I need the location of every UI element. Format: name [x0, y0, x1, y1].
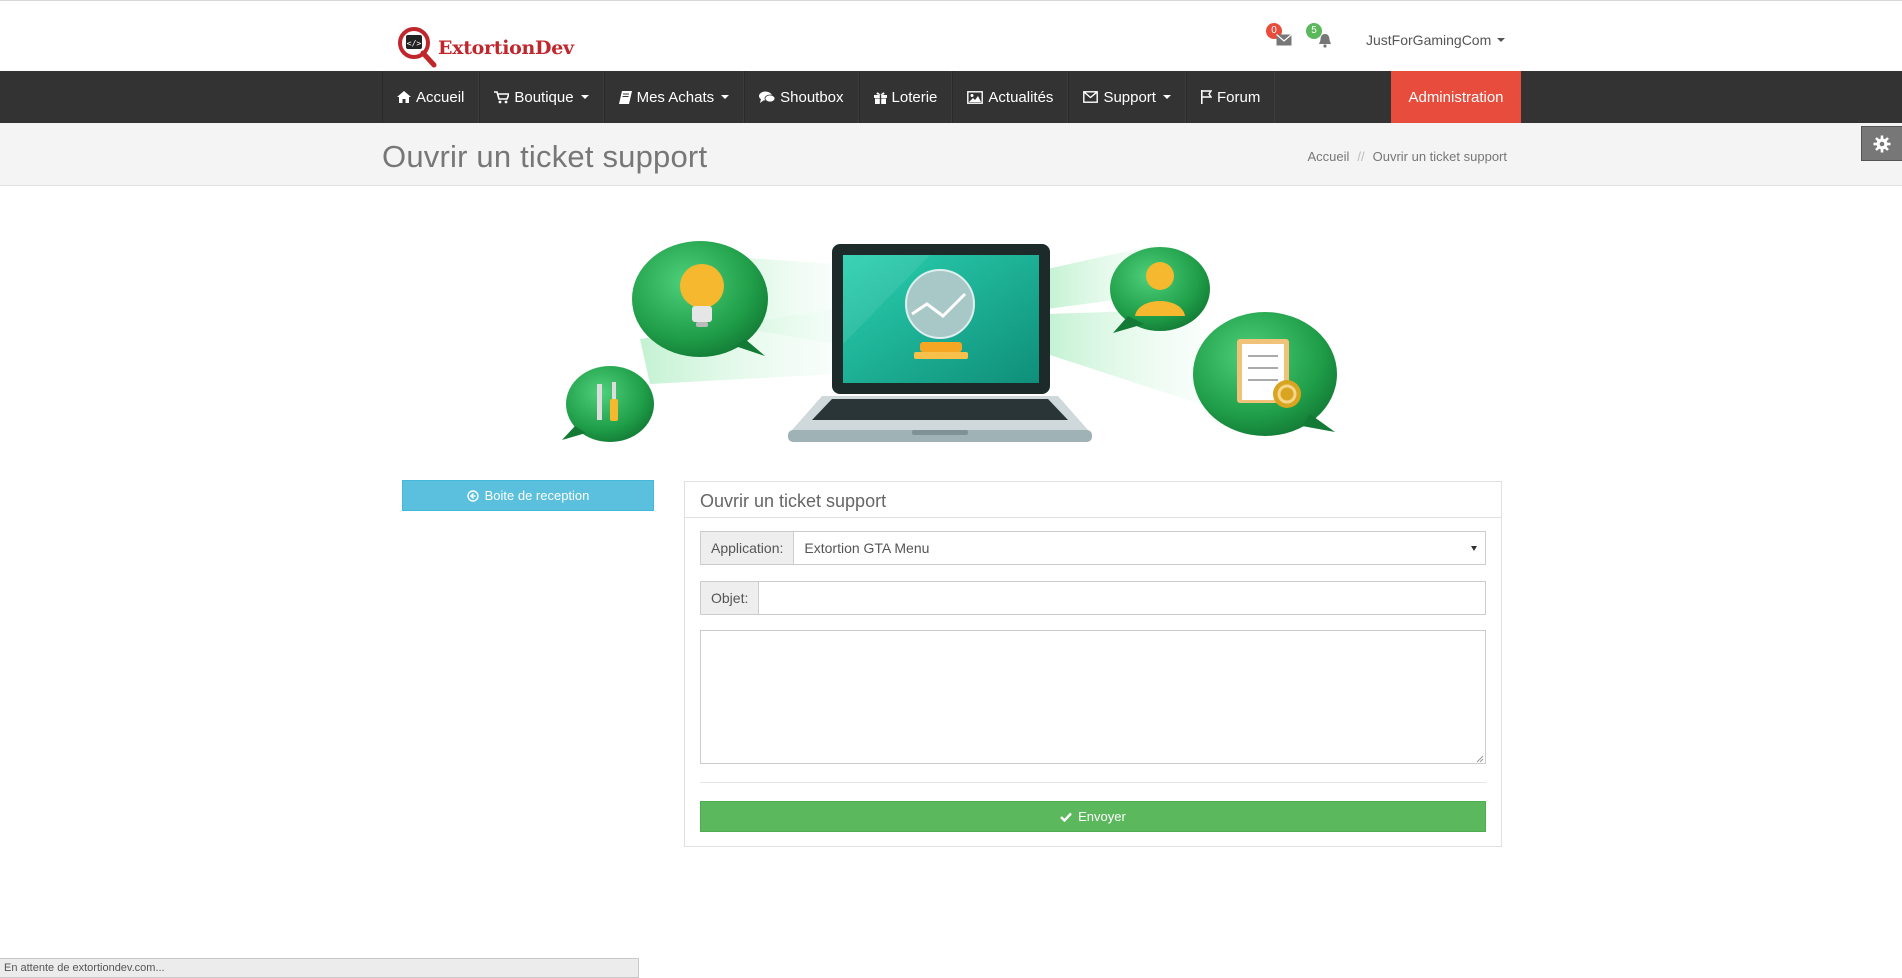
page-title: Ouvrir un ticket support — [382, 139, 708, 174]
breadcrumb-home-link[interactable]: Accueil — [1307, 149, 1349, 164]
nav-item-actualites[interactable]: Actualités — [952, 71, 1069, 123]
settings-toggle-button[interactable] — [1861, 126, 1902, 161]
nav-item-loterie[interactable]: Loterie — [858, 71, 953, 123]
nav-item-label: Loterie — [891, 88, 938, 106]
nav-item-label: Accueil — [416, 88, 465, 106]
tools-bubble — [562, 366, 654, 442]
chevron-down-icon — [1162, 95, 1171, 99]
svg-text:</>: </> — [407, 39, 422, 48]
messages-button[interactable]: 0 — [1266, 23, 1298, 51]
nav-item-label: Boutique — [514, 88, 574, 106]
nav-item-label: Mes Achats — [636, 88, 715, 106]
message-textarea[interactable] — [700, 630, 1486, 764]
circle-arrow-left-icon — [466, 489, 479, 502]
gift-icon — [873, 91, 887, 104]
send-button-label: Envoyer — [1078, 809, 1126, 824]
envelope-icon — [1083, 91, 1099, 103]
home-icon — [397, 91, 411, 103]
administration-button[interactable]: Administration — [1391, 71, 1521, 123]
comments-icon — [759, 91, 776, 103]
application-label: Application: — [700, 531, 794, 565]
page-header: Ouvrir un ticket support Accueil // Ouvr… — [0, 123, 1902, 186]
user-name: JustForGamingCom — [1366, 32, 1492, 48]
check-icon — [1060, 812, 1073, 822]
main-navbar: Accueil Boutique Mes Achats Shoutbox Lot… — [0, 71, 1902, 123]
logo-text: ExtortionDev — [438, 37, 574, 59]
inbox-button-label: Boite de reception — [484, 488, 590, 503]
nav-item-support[interactable]: Support — [1068, 71, 1186, 123]
user-menu-dropdown[interactable]: JustForGamingCom — [1366, 32, 1506, 48]
bell-icon — [1319, 34, 1331, 48]
resize-handle-icon[interactable] — [1476, 755, 1484, 763]
breadcrumb-current: Ouvrir un ticket support — [1372, 149, 1507, 164]
chevron-down-icon — [1497, 38, 1506, 42]
nav-menu: Accueil Boutique Mes Achats Shoutbox Lot… — [382, 71, 1276, 123]
nav-item-label: Shoutbox — [780, 88, 844, 106]
top-header: </> ExtortionDev 0 5 JustForGamingCom — [0, 0, 1902, 71]
inbox-button[interactable]: Boite de reception — [402, 480, 654, 511]
nav-item-label: Support — [1103, 88, 1156, 106]
chevron-down-icon — [580, 95, 589, 99]
gear-icon — [1873, 135, 1891, 152]
application-select[interactable]: Extortion GTA Menu — [793, 531, 1486, 565]
browser-status-bar: En attente de extortiondev.com... — [0, 958, 639, 978]
nav-item-boutique[interactable]: Boutique — [479, 71, 604, 123]
ticket-form-panel: Ouvrir un ticket support Application: Ex… — [684, 481, 1502, 847]
picture-icon — [967, 90, 984, 104]
subject-label: Objet: — [700, 581, 759, 615]
send-button[interactable]: Envoyer — [700, 801, 1486, 832]
checklist-bubble — [1193, 312, 1337, 436]
cart-icon — [494, 90, 510, 103]
envelope-icon — [1276, 34, 1292, 46]
subject-row: Objet: — [700, 581, 1486, 615]
chevron-down-icon — [721, 95, 730, 99]
application-selected-value: Extortion GTA Menu — [804, 540, 930, 556]
logo-magnifier-icon: </> — [398, 27, 437, 68]
support-illustration — [562, 241, 1337, 442]
site-logo[interactable]: </> ExtortionDev — [396, 26, 574, 70]
lightbulb-bubble — [632, 241, 768, 357]
nav-item-label: Forum — [1216, 88, 1261, 106]
nav-item-mes-achats[interactable]: Mes Achats — [603, 71, 745, 123]
book-icon — [618, 90, 632, 104]
breadcrumb: Accueil // Ouvrir un ticket support — [1307, 149, 1507, 164]
nav-item-label: Actualités — [988, 88, 1054, 106]
flag-icon — [1200, 90, 1212, 104]
form-divider — [700, 782, 1486, 783]
panel-title: Ouvrir un ticket support — [685, 482, 1501, 518]
subject-input[interactable] — [758, 581, 1486, 615]
laptop-illustration — [788, 244, 1092, 442]
breadcrumb-separator: // — [1357, 149, 1365, 164]
select-arrow-icon — [1471, 546, 1477, 551]
nav-item-accueil[interactable]: Accueil — [382, 71, 480, 123]
application-row: Application: Extortion GTA Menu — [700, 531, 1486, 565]
nav-item-forum[interactable]: Forum — [1185, 71, 1276, 123]
nav-item-shoutbox[interactable]: Shoutbox — [744, 71, 859, 123]
notifications-button[interactable]: 5 — [1306, 23, 1338, 51]
